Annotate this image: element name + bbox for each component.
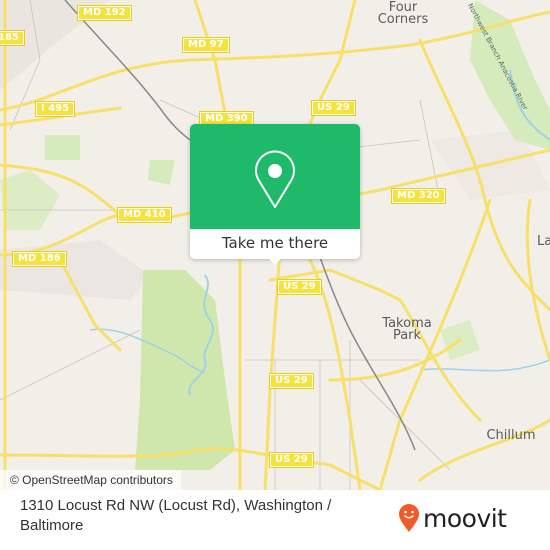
footer: 1310 Locust Rd NW (Locust Rd), Washingto… (0, 490, 550, 550)
moovit-pin-icon (399, 504, 419, 532)
route-shield-md186: MD 186 (12, 251, 67, 267)
moovit-logo[interactable]: moovit (398, 500, 507, 536)
map[interactable]: MD 192 185 MD 97 I 495 MD 390 US 29 MD 3… (0, 0, 550, 490)
route-shield-us29: US 29 (311, 100, 356, 116)
place-label-la: La (537, 234, 550, 249)
route-shield-us29: US 29 (269, 452, 314, 468)
route-shield-md320: MD 320 (391, 188, 446, 204)
map-attribution[interactable]: © OpenStreetMap contributors (0, 470, 181, 490)
place-label-chillum: Chillum (486, 428, 536, 443)
route-shield-185: 185 (0, 30, 25, 46)
route-shield-md192: MD 192 (77, 5, 132, 21)
park (148, 160, 175, 185)
take-me-there-popup[interactable]: Take me there (190, 124, 360, 265)
place-label-takoma-park: Takoma Park (382, 316, 432, 343)
route-shield-us29: US 29 (269, 373, 314, 389)
route-shield-md97: MD 97 (182, 37, 230, 53)
address-label: 1310 Locust Rd NW (Locust Rd), Washingto… (20, 497, 332, 534)
park-rock-creek (135, 270, 235, 470)
take-me-there-button[interactable]: Take me there (190, 229, 360, 259)
route-shield-md410: MD 410 (117, 207, 172, 223)
park (0, 170, 60, 230)
place-label-four-corners: Four Corners (377, 0, 429, 27)
park (45, 135, 80, 160)
map-pin-icon (255, 150, 295, 208)
brand-wordmark: moovit (423, 503, 507, 533)
popup-header (190, 124, 360, 229)
route-shield-us29: US 29 (277, 279, 322, 295)
popup-pointer (266, 256, 284, 265)
route-shield-i495: I 495 (35, 101, 76, 117)
